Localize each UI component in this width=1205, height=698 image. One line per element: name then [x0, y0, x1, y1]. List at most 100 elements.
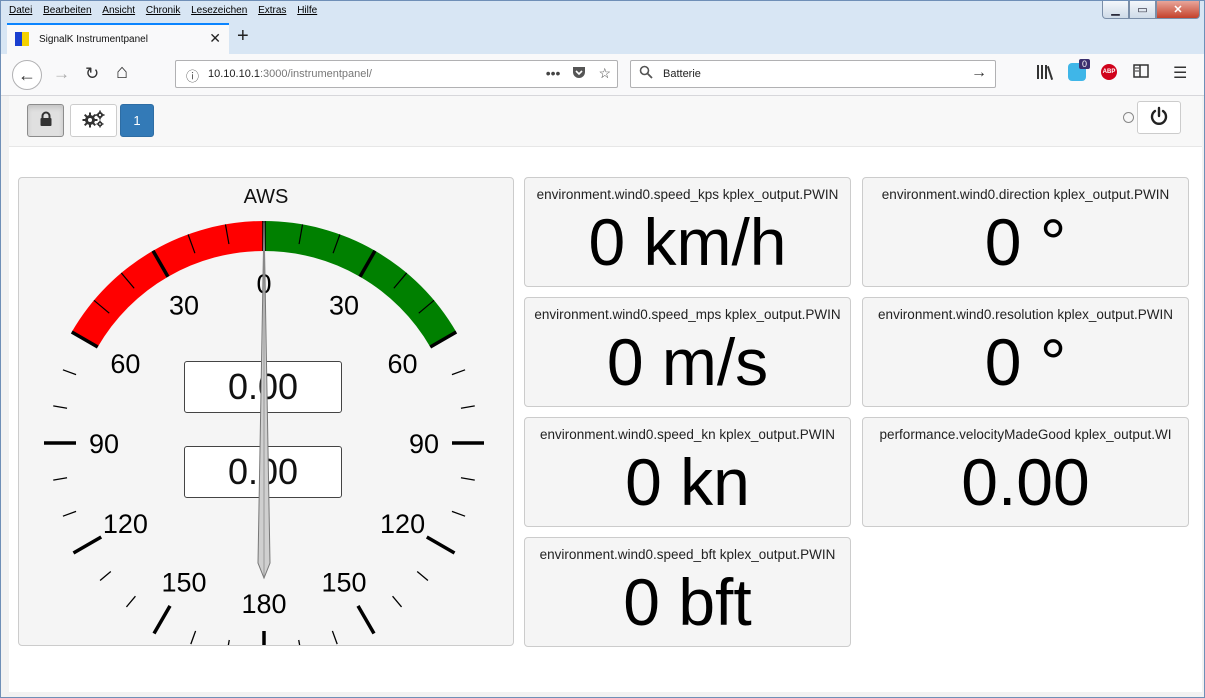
- panel-wind-speed-mps[interactable]: environment.wind0.speed_mps kplex_output…: [524, 297, 851, 407]
- search-icon: [639, 65, 653, 82]
- gauge-tick-label: 180: [241, 589, 286, 619]
- tab-strip: SignalK Instrumentpanel ✕ +: [1, 21, 1204, 54]
- hamburger-menu-icon[interactable]: ☰: [1173, 63, 1187, 83]
- page-1-button[interactable]: 1: [120, 104, 154, 137]
- red-zone-arc: [71, 221, 264, 347]
- menu-hilfe[interactable]: Hilfe: [297, 5, 317, 16]
- url-host: 10.10.10.1: [208, 68, 260, 80]
- gauge-tick: [53, 405, 68, 409]
- gauge-tick: [125, 595, 136, 608]
- gauge-value-bottom: 0.00: [184, 446, 342, 498]
- search-go-icon[interactable]: →: [971, 64, 987, 82]
- power-button[interactable]: [1137, 101, 1181, 134]
- panel-value: 0 kn: [625, 445, 750, 519]
- menu-ansicht[interactable]: Ansicht: [102, 5, 135, 16]
- panel-wind-direction[interactable]: environment.wind0.direction kplex_output…: [862, 177, 1189, 287]
- gauge-tick: [460, 477, 475, 481]
- gauge-tick: [298, 639, 301, 645]
- gauge-tick: [425, 535, 456, 555]
- menu-datei[interactable]: Datei: [9, 5, 32, 16]
- panel-label: performance.velocityMadeGood kplex_outpu…: [879, 427, 1172, 442]
- lock-button[interactable]: [27, 104, 64, 137]
- adblock-icon[interactable]: ABP: [1101, 64, 1117, 80]
- gauge-tick: [356, 604, 376, 635]
- panel-wind-speed-kph[interactable]: environment.wind0.speed_kps kplex_output…: [524, 177, 851, 287]
- menu-extras[interactable]: Extras: [258, 5, 286, 16]
- gauge-tick: [451, 369, 466, 376]
- gears-icon: [82, 109, 106, 132]
- pocket-icon[interactable]: [572, 65, 586, 82]
- search-bar[interactable]: Batterie →: [630, 60, 996, 88]
- menu-chronik[interactable]: Chronik: [146, 5, 180, 16]
- gauge-tick: [152, 604, 172, 635]
- gauge-tick: [460, 405, 475, 409]
- maximize-button[interactable]: ▭: [1129, 1, 1156, 19]
- page-actions-icon[interactable]: •••: [546, 65, 561, 82]
- gauge-value-top: 0.00: [184, 361, 342, 413]
- gauge-tick-label: 90: [89, 429, 119, 459]
- panel-wind-resolution[interactable]: environment.wind0.resolution kplex_outpu…: [862, 297, 1189, 407]
- url-path: :3000/instrumentpanel/: [260, 68, 372, 80]
- gauge-tick-label: 120: [380, 509, 425, 539]
- settings-button[interactable]: [70, 104, 117, 137]
- gauge-tick: [53, 477, 68, 481]
- panel-velocity-made-good[interactable]: performance.velocityMadeGood kplex_outpu…: [862, 417, 1189, 527]
- close-window-button[interactable]: ✕: [1156, 1, 1200, 19]
- gauge-tick-label: 60: [388, 349, 418, 379]
- panel-label: environment.wind0.speed_mps kplex_output…: [534, 307, 841, 322]
- gauge-tick: [62, 369, 77, 376]
- navigation-bar: ← → ↻ ⌂ ⓘ 10.10.10.1:3000/instrumentpane…: [1, 54, 1204, 96]
- panel-label: environment.wind0.speed_kps kplex_output…: [536, 187, 839, 202]
- gauge-tick-label: 60: [110, 349, 140, 379]
- menu-bar: Datei Bearbeiten Ansicht Chronik Lesezei…: [1, 1, 1204, 21]
- gauge-tick: [392, 595, 403, 608]
- connection-status-indicator: [1123, 112, 1134, 123]
- gauge-tick-label: 120: [103, 509, 148, 539]
- bookmark-star-icon[interactable]: ☆: [598, 65, 611, 82]
- instrumentpanel-page: 1 AWS 0 30 30 60 60 90 90 120 120 150 150 180 0.00 …: [9, 96, 1202, 692]
- panel-value: 0.00: [961, 445, 1090, 519]
- tab-close-icon[interactable]: ✕: [209, 30, 221, 47]
- url-bar[interactable]: ⓘ 10.10.10.1:3000/instrumentpanel/ ••• ☆: [175, 60, 618, 88]
- gauge-tick: [227, 639, 230, 645]
- gauge-tick-label: 90: [409, 429, 439, 459]
- library-icon[interactable]: [1036, 64, 1054, 84]
- gauge-tick: [62, 510, 77, 517]
- gauge-tick: [99, 571, 112, 582]
- panel-label: environment.wind0.speed_kn kplex_output.…: [540, 427, 835, 442]
- tab-signalk[interactable]: SignalK Instrumentpanel ✕: [7, 23, 229, 54]
- panel-wind-speed-bft[interactable]: environment.wind0.speed_bft kplex_output…: [524, 537, 851, 647]
- favicon-icon: [15, 32, 29, 46]
- panel-value: 0 bft: [623, 565, 752, 639]
- tab-title: SignalK Instrumentpanel: [39, 34, 148, 45]
- gauge-tick-label: 30: [169, 290, 199, 320]
- gauge-tick: [72, 535, 103, 555]
- green-zone-arc: [264, 221, 457, 347]
- home-button[interactable]: ⌂: [116, 61, 128, 84]
- aws-gauge-panel[interactable]: AWS 0 30 30 60 60 90 90 120 120 150 150 180 0.00 0.…: [18, 177, 514, 646]
- menu-lesezeichen[interactable]: Lesezeichen: [191, 5, 247, 16]
- gauge-tick: [190, 630, 197, 645]
- gauge-tick-label: 150: [161, 568, 206, 598]
- info-icon[interactable]: ⓘ: [186, 66, 199, 85]
- panel-value: 0 km/h: [588, 205, 787, 279]
- reload-button[interactable]: ↻: [85, 64, 99, 84]
- panel-wind-speed-kn[interactable]: environment.wind0.speed_kn kplex_output.…: [524, 417, 851, 527]
- search-input[interactable]: Batterie: [663, 68, 701, 80]
- browser-window: Datei Bearbeiten Ansicht Chronik Lesezei…: [0, 0, 1205, 698]
- panel-label: environment.wind0.resolution kplex_outpu…: [878, 307, 1173, 322]
- gauge-tick: [416, 571, 429, 582]
- forward-button[interactable]: →: [53, 64, 70, 84]
- back-button[interactable]: ←: [12, 60, 42, 90]
- minimize-button[interactable]: ▁: [1102, 1, 1129, 19]
- panel-value: 0 °: [984, 325, 1067, 399]
- panel-value: 0 °: [984, 205, 1067, 279]
- sidebar-icon[interactable]: [1133, 64, 1149, 82]
- power-icon: [1149, 106, 1169, 129]
- gauge-tick-label: 30: [329, 290, 359, 320]
- new-tab-button[interactable]: +: [237, 25, 249, 48]
- lock-icon: [39, 111, 53, 130]
- menu-bearbeiten[interactable]: Bearbeiten: [43, 5, 91, 16]
- gauge-tick: [451, 510, 466, 517]
- gauge-tick-label: 150: [321, 568, 366, 598]
